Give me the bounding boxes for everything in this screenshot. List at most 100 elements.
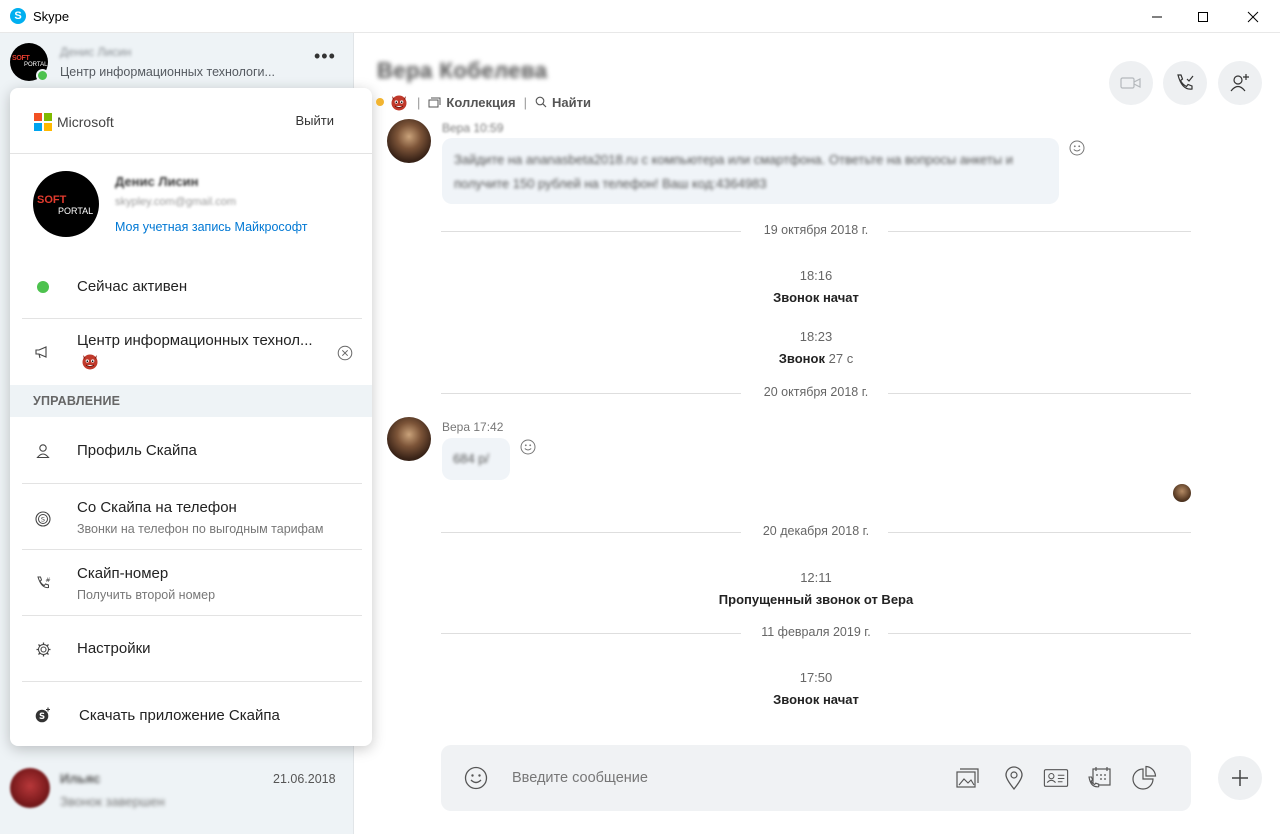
menu-item-skype-profile[interactable]: Профиль Скайпа: [77, 442, 197, 459]
title-bar: S Skype: [0, 0, 1280, 33]
close-button[interactable]: [1230, 0, 1276, 33]
read-receipt-avatar: [1173, 484, 1191, 502]
separator: |: [523, 94, 527, 110]
phone-number-icon: #: [34, 574, 52, 592]
separator: |: [417, 94, 421, 110]
chat-contact-name[interactable]: Вера Кобелева: [377, 58, 548, 84]
add-reaction-icon[interactable]: [1069, 140, 1085, 156]
gallery-link[interactable]: Коллекция: [446, 95, 515, 110]
section-title: УПРАВЛЕНИЕ: [33, 394, 121, 408]
event-text: Звонок начат: [773, 692, 859, 707]
find-link[interactable]: Найти: [552, 95, 591, 110]
menu-item-skype-number-subtitle: Получить второй номер: [77, 588, 216, 602]
divider: [22, 681, 362, 682]
microsoft-brand: Microsoft: [57, 114, 114, 130]
svg-text:S: S: [39, 712, 45, 722]
send-location-button[interactable]: [1001, 765, 1027, 791]
message-bubble[interactable]: 684 р/: [442, 438, 510, 480]
clear-mood-button[interactable]: [336, 344, 354, 362]
date-separator-text: 11 февраля 2019 г.: [761, 625, 871, 639]
contact-name: Ильяс: [60, 771, 101, 786]
schedule-call-button[interactable]: [1087, 765, 1113, 791]
manage-section-header: УПРАВЛЕНИЕ: [10, 385, 372, 417]
mood-message-item[interactable]: Центр информационных технол...: [77, 332, 335, 349]
maximize-button[interactable]: [1180, 0, 1226, 33]
menu-item-skype-to-phone[interactable]: Со Скайпа на телефон: [77, 499, 237, 516]
create-poll-button[interactable]: [1131, 765, 1157, 791]
message-input[interactable]: Введите сообщение: [512, 770, 648, 786]
add-person-icon: [1230, 74, 1249, 92]
skype-download-icon: S: [34, 706, 52, 724]
smiley-icon: [464, 766, 488, 790]
svg-text:#: #: [45, 576, 50, 584]
event-time: 18:16: [799, 268, 833, 283]
gallery-icon: [428, 97, 441, 107]
message-composer: Введите сообщение: [441, 745, 1191, 811]
megaphone-icon: [34, 343, 52, 361]
microsoft-logo-icon: [34, 113, 52, 131]
presence-online-icon: [37, 281, 49, 293]
menu-item-download-skype[interactable]: Скачать приложение Скайпа: [79, 707, 280, 724]
minimize-button[interactable]: [1134, 0, 1180, 33]
contact-card-icon: [1043, 769, 1069, 787]
menu-item-skype-number[interactable]: Скайп-номер: [77, 565, 168, 582]
date-separator-text: 19 октября 2018 г.: [763, 223, 869, 237]
divider: [22, 483, 362, 484]
audio-call-button[interactable]: [1163, 61, 1207, 105]
date-separator: 11 февраля 2019 г.: [441, 624, 1191, 642]
my-mood-message[interactable]: Центр информационных технологи...: [60, 65, 290, 79]
account-avatar: SOFT PORTAL: [33, 171, 99, 237]
chat-preview: Звонок завершен: [60, 794, 165, 809]
send-media-button[interactable]: [955, 765, 981, 791]
send-contact-button[interactable]: [1043, 765, 1069, 791]
message-text: 684 р/: [453, 451, 490, 466]
date-separator: 20 декабря 2018 г.: [441, 523, 1191, 541]
phone-call-icon: [1177, 74, 1194, 90]
menu-item-skype-to-phone-subtitle: Звонки на телефон по выгодным тарифам: [77, 522, 324, 536]
more-actions-button[interactable]: [1218, 756, 1262, 800]
menu-item-settings[interactable]: Настройки: [77, 640, 151, 657]
location-pin-icon: [1005, 766, 1023, 791]
recent-chat-item[interactable]: Ильяс 21.06.2018 Звонок завершен: [0, 763, 354, 834]
chat-header-actions: | Коллекция | Найти: [376, 92, 591, 112]
devil-emoji-icon: [391, 95, 407, 111]
account-name: Денис Лисин: [115, 174, 199, 189]
call-event: Звонок начат: [441, 692, 1191, 707]
date-separator: 20 октября 2018 г.: [441, 384, 1191, 402]
emoji-picker-button[interactable]: [463, 765, 489, 791]
divider: [10, 153, 372, 154]
close-icon: [1247, 11, 1259, 22]
call-scheduler-icon: [1088, 767, 1111, 788]
date-separator-text: 20 октября 2018 г.: [763, 385, 869, 399]
presence-status[interactable]: Сейчас активен: [77, 278, 187, 295]
message-text: Зайдите на ananasbeta2018.ru с компьютер…: [454, 152, 1014, 191]
call-event: Звонок 27 с: [441, 351, 1191, 366]
video-call-button[interactable]: [1109, 61, 1153, 105]
add-reaction-icon[interactable]: [520, 439, 536, 455]
account-email: skypley.com@gmail.com: [115, 196, 236, 208]
sign-out-button[interactable]: Выйти: [296, 113, 335, 128]
my-microsoft-account-link[interactable]: Моя учетная запись Майкрософт: [115, 220, 307, 234]
event-time: 18:23: [799, 329, 833, 344]
person-icon: [34, 442, 52, 460]
event-time: 12:11: [800, 570, 832, 585]
account-menu: Microsoft Выйти SOFT PORTAL Денис Лисин s…: [10, 88, 372, 746]
search-icon: [535, 96, 547, 108]
more-options-icon[interactable]: •••: [314, 47, 336, 65]
add-people-button[interactable]: [1218, 61, 1262, 105]
close-circle-icon: [337, 345, 353, 361]
avatar: [10, 768, 50, 808]
maximize-icon: [1198, 11, 1208, 22]
my-display-name[interactable]: Денис Лисин: [60, 45, 131, 59]
event-text: Пропущенный звонок от Вера: [718, 592, 914, 607]
message-bubble[interactable]: Зайдите на ananasbeta2018.ru с компьютер…: [442, 138, 1059, 204]
contact-avatar[interactable]: [387, 417, 431, 461]
image-icon: [956, 768, 979, 788]
window-title: Skype: [33, 9, 70, 24]
divider: [22, 318, 362, 319]
skype-logo-icon: S: [10, 8, 26, 24]
contact-avatar[interactable]: [387, 119, 431, 163]
video-camera-icon: [1120, 77, 1141, 89]
plus-icon: [1232, 770, 1248, 786]
date-separator-text: 20 декабря 2018 г.: [762, 524, 870, 538]
